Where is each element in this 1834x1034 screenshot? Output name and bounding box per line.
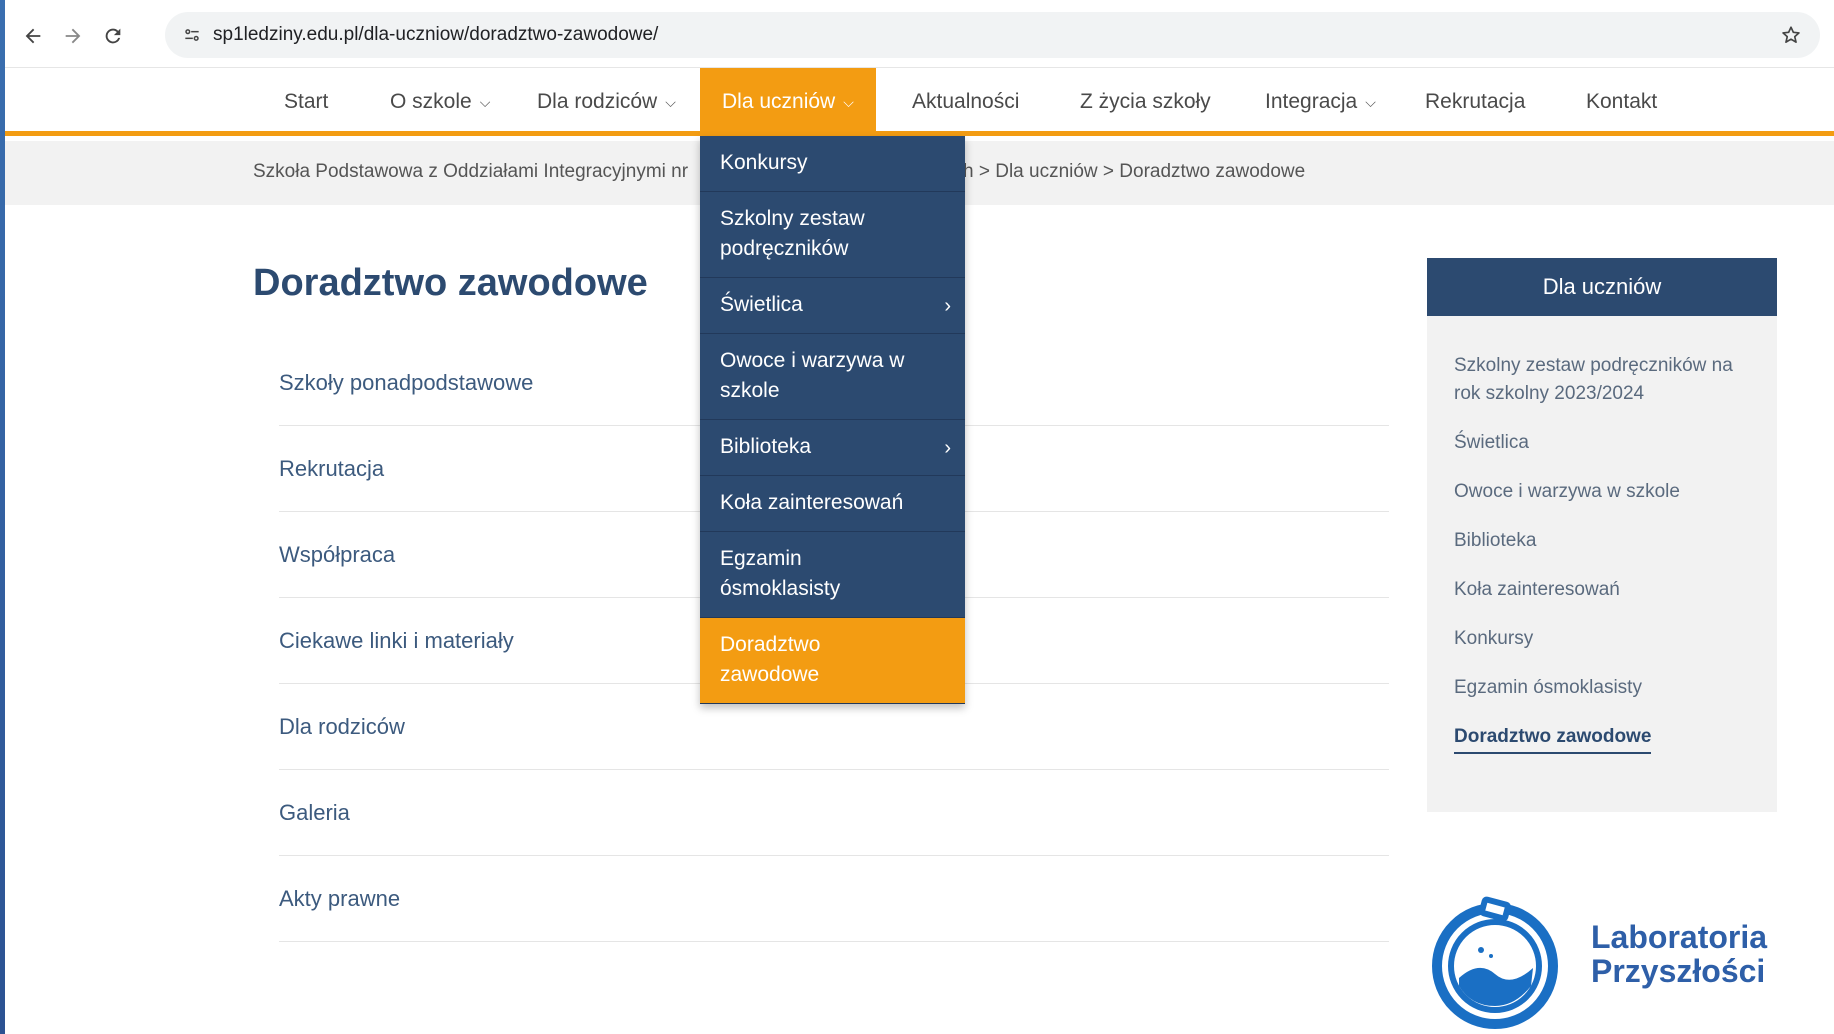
- dropdown-item-konkursy[interactable]: Konkursy: [700, 136, 965, 192]
- flask-logo-icon: [1432, 896, 1558, 1029]
- nav-label: Dla rodziców: [537, 90, 658, 113]
- sidebar-item[interactable]: Biblioteka: [1454, 527, 1751, 555]
- nav-label: O szkole: [390, 90, 472, 113]
- nav-label: Aktualności: [912, 90, 1020, 113]
- dropdown-item-swietlica[interactable]: Świetlica ›: [700, 278, 965, 334]
- breadcrumb-trail: h > Dla uczniów > Doradztwo zawodowe: [963, 161, 1306, 182]
- dropdown-label: Konkursy: [720, 151, 808, 174]
- sidebar-item[interactable]: Szkolny zestaw podręczników na rok szkol…: [1454, 352, 1751, 408]
- browser-toolbar: sp1ledziny.edu.pl/dla-uczniow/doradztwo-…: [5, 0, 1834, 68]
- nav-label: Start: [284, 90, 329, 113]
- dropdown-label: Doradztwo zawodowe: [720, 633, 821, 686]
- forward-icon[interactable]: [55, 18, 91, 54]
- logo-line-1: Laboratoria: [1591, 919, 1768, 955]
- chevron-down-icon: ⌵: [843, 93, 854, 110]
- chevron-right-icon: ›: [944, 294, 951, 317]
- chevron-right-icon: ›: [944, 436, 951, 459]
- dropdown-item-owoce-warzywa[interactable]: Owoce i warzywa w szkole: [700, 334, 965, 420]
- logo-text: Laboratoria Przyszłości: [1591, 920, 1767, 988]
- nav-item-aktualnosci[interactable]: Aktualności: [912, 68, 1019, 136]
- nav-item-kontakt[interactable]: Kontakt: [1586, 68, 1657, 136]
- back-icon[interactable]: [15, 18, 51, 54]
- sidebar-item[interactable]: Koła zainteresowań: [1454, 576, 1751, 604]
- reload-icon[interactable]: [95, 18, 131, 54]
- sidebar-item[interactable]: Świetlica: [1454, 429, 1751, 457]
- dropdown-label: Świetlica: [720, 293, 803, 316]
- sidebar-item[interactable]: Owoce i warzywa w szkole: [1454, 478, 1751, 506]
- nav-label: Kontakt: [1586, 90, 1658, 113]
- dropdown-label: Biblioteka: [720, 435, 812, 458]
- dropdown-label: Koła zainteresowań: [720, 491, 904, 514]
- nav-item-z-zycia-szkoly[interactable]: Z życia szkoły: [1080, 68, 1211, 136]
- main-navigation: Start O szkole ⌵ Dla rodziców ⌵ Dla uczn…: [5, 68, 1834, 136]
- sidebar-menu: Szkolny zestaw podręczników na rok szkol…: [1427, 316, 1777, 812]
- nav-label: Z życia szkoły: [1080, 90, 1211, 113]
- chevron-down-icon: ⌵: [1365, 93, 1376, 110]
- sidebar-item[interactable]: Konkursy: [1454, 625, 1751, 653]
- chevron-down-icon: ⌵: [665, 93, 676, 110]
- dropdown-item-kola-zainteresowan[interactable]: Koła zainteresowań: [700, 476, 965, 532]
- subpage-link[interactable]: Akty prawne: [279, 856, 1389, 942]
- nav-label: Dla uczniów: [722, 90, 836, 113]
- dropdown-item-egzamin[interactable]: Egzamin ósmoklasisty: [700, 532, 965, 618]
- nav-label: Rekrutacja: [1425, 90, 1526, 113]
- laboratoria-przyszlosci-logo[interactable]: Laboratoria Przyszłości: [1431, 890, 1791, 1030]
- browser-window: sp1ledziny.edu.pl/dla-uczniow/doradztwo-…: [5, 0, 1834, 1034]
- nav-item-integracja[interactable]: Integracja ⌵: [1265, 68, 1376, 136]
- dropdown-label: Szkolny zestaw podręczników: [720, 207, 865, 260]
- nav-item-dla-rodzicow[interactable]: Dla rodziców ⌵: [537, 68, 676, 136]
- nav-item-dla-uczniow[interactable]: Dla uczniów ⌵: [700, 68, 876, 136]
- address-bar[interactable]: sp1ledziny.edu.pl/dla-uczniow/doradztwo-…: [165, 12, 1820, 58]
- sidebar-title: Dla uczniów: [1427, 258, 1777, 324]
- sidebar-item-current[interactable]: Doradztwo zawodowe: [1454, 723, 1652, 754]
- site-info-icon[interactable]: [179, 22, 205, 48]
- chevron-down-icon: ⌵: [479, 93, 491, 110]
- url-text: sp1ledziny.edu.pl/dla-uczniow/doradztwo-…: [213, 24, 659, 45]
- breadcrumb-home-link[interactable]: Szkoła Podstawowa z Oddziałami Integracy…: [253, 161, 703, 183]
- nav-item-o-szkole[interactable]: O szkole ⌵: [390, 68, 490, 136]
- dropdown-item-zestaw-podrecznikow[interactable]: Szkolny zestaw podręczników: [700, 192, 965, 278]
- dropdown-label: Owoce i warzywa w szkole: [720, 349, 905, 402]
- logo-line-2: Przyszłości: [1591, 953, 1766, 989]
- dropdown-label: Egzamin ósmoklasisty: [720, 547, 841, 600]
- nav-label: Integracja: [1265, 90, 1358, 113]
- dropdown-item-biblioteka[interactable]: Biblioteka ›: [700, 420, 965, 476]
- nav-item-rekrutacja[interactable]: Rekrutacja: [1425, 68, 1525, 136]
- dla-uczniow-dropdown: Konkursy Szkolny zestaw podręczników Świ…: [700, 136, 965, 704]
- nav-item-start[interactable]: Start: [284, 68, 328, 136]
- page-title: Doradztwo zawodowe: [253, 262, 648, 304]
- subpage-link[interactable]: Galeria: [279, 770, 1389, 856]
- bookmark-star-icon[interactable]: [1776, 20, 1806, 50]
- sidebar-item[interactable]: Egzamin ósmoklasisty: [1454, 674, 1751, 702]
- dropdown-item-doradztwo[interactable]: Doradztwo zawodowe: [700, 618, 965, 704]
